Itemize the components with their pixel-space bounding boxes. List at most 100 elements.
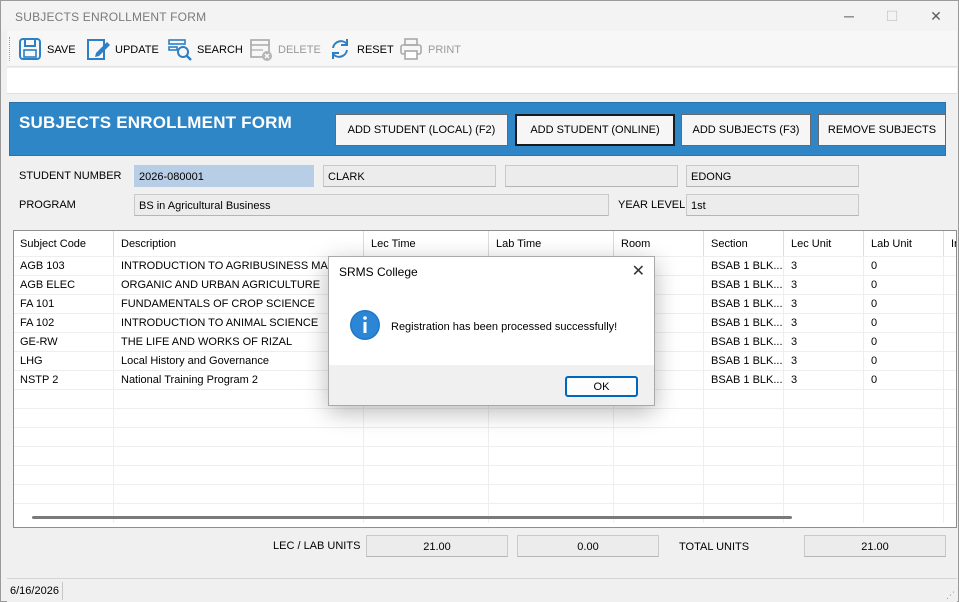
table-cell[interactable] <box>365 428 489 447</box>
table-cell[interactable] <box>615 409 704 428</box>
table-cell[interactable] <box>705 485 784 504</box>
table-cell[interactable] <box>490 466 614 485</box>
program-field[interactable]: BS in Agricultural Business <box>134 194 609 216</box>
table-cell[interactable]: 3 <box>785 333 864 352</box>
table-cell[interactable] <box>785 504 864 523</box>
table-row[interactable] <box>14 465 956 485</box>
table-cell[interactable] <box>705 504 784 523</box>
search-button[interactable]: SEARCH <box>167 37 243 63</box>
middle-name-field[interactable] <box>505 165 678 187</box>
table-cell[interactable]: 3 <box>785 371 864 390</box>
table-cell[interactable]: FUNDAMENTALS OF CROP SCIENCE <box>115 295 364 314</box>
column-header[interactable]: Room <box>615 231 704 256</box>
ok-button[interactable]: OK <box>565 376 638 397</box>
table-cell[interactable]: 0 <box>865 371 944 390</box>
dialog-close-button[interactable]: ✕ <box>632 261 645 281</box>
table-cell[interactable] <box>14 409 114 428</box>
table-row[interactable] <box>14 446 956 466</box>
table-row[interactable] <box>14 427 956 447</box>
table-cell[interactable] <box>490 504 614 523</box>
table-cell[interactable]: BSAB 1 BLK... <box>705 371 784 390</box>
column-header[interactable]: Lec Time <box>365 231 489 256</box>
remove-subjects-button[interactable]: REMOVE SUBJECTS <box>818 114 946 146</box>
last-name-field[interactable]: CLARK <box>323 165 496 187</box>
table-cell[interactable] <box>865 466 944 485</box>
table-row[interactable] <box>14 503 956 523</box>
table-cell[interactable] <box>115 447 364 466</box>
table-cell[interactable] <box>365 447 489 466</box>
student-number-field[interactable]: 2026-080001 <box>134 165 314 187</box>
add-student-local-button[interactable]: ADD STUDENT (LOCAL) (F2) <box>335 114 508 146</box>
minimize-button[interactable]: ─ <box>826 1 872 31</box>
table-cell[interactable]: BSAB 1 BLK... <box>705 295 784 314</box>
table-cell[interactable] <box>14 504 114 523</box>
table-cell[interactable] <box>615 485 704 504</box>
close-button[interactable]: ✕ <box>913 1 959 31</box>
year-level-field[interactable]: 1st <box>686 194 859 216</box>
table-cell[interactable]: INTRODUCTION TO AGRIBUSINESS MAN <box>115 257 364 276</box>
table-cell[interactable] <box>615 466 704 485</box>
table-cell[interactable]: INTRODUCTION TO ANIMAL SCIENCE <box>115 314 364 333</box>
table-cell[interactable] <box>785 466 864 485</box>
table-cell[interactable] <box>785 428 864 447</box>
table-cell[interactable]: 3 <box>785 295 864 314</box>
table-cell[interactable] <box>115 409 364 428</box>
table-cell[interactable]: FA 102 <box>14 314 114 333</box>
table-cell[interactable]: LHG <box>14 352 114 371</box>
table-cell[interactable] <box>785 390 864 409</box>
table-cell[interactable]: FA 101 <box>14 295 114 314</box>
table-row[interactable] <box>14 408 956 428</box>
table-cell[interactable]: 3 <box>785 314 864 333</box>
table-cell[interactable]: AGB ELEC <box>14 276 114 295</box>
column-header[interactable]: In <box>945 231 956 256</box>
delete-button[interactable]: DELETE <box>248 37 321 63</box>
table-cell[interactable]: GE-RW <box>14 333 114 352</box>
table-cell[interactable] <box>785 485 864 504</box>
column-header[interactable]: Subject Code <box>14 231 114 256</box>
table-cell[interactable] <box>785 447 864 466</box>
print-button[interactable]: PRINT <box>398 37 461 63</box>
table-cell[interactable] <box>865 409 944 428</box>
add-subjects-button[interactable]: ADD SUBJECTS (F3) <box>681 114 811 146</box>
table-cell[interactable] <box>14 390 114 409</box>
table-cell[interactable] <box>865 485 944 504</box>
table-cell[interactable]: 3 <box>785 257 864 276</box>
table-cell[interactable]: BSAB 1 BLK... <box>705 257 784 276</box>
table-cell[interactable] <box>115 390 364 409</box>
table-cell[interactable]: 0 <box>865 276 944 295</box>
horizontal-scrollbar[interactable] <box>32 516 792 519</box>
table-cell[interactable] <box>865 447 944 466</box>
table-cell[interactable]: 0 <box>865 333 944 352</box>
table-cell[interactable]: 3 <box>785 352 864 371</box>
table-cell[interactable]: 0 <box>865 257 944 276</box>
add-student-online-button[interactable]: ADD STUDENT (ONLINE) <box>515 114 675 146</box>
table-cell[interactable] <box>865 504 944 523</box>
column-header[interactable]: Lab Time <box>490 231 614 256</box>
table-cell[interactable]: BSAB 1 BLK... <box>705 314 784 333</box>
table-cell[interactable] <box>115 485 364 504</box>
table-cell[interactable] <box>365 485 489 504</box>
table-cell[interactable] <box>615 504 704 523</box>
table-cell[interactable] <box>705 447 784 466</box>
resize-grip[interactable]: ⋰ <box>945 590 955 600</box>
reset-button[interactable]: RESET <box>327 37 394 63</box>
table-cell[interactable] <box>865 390 944 409</box>
table-row[interactable] <box>14 484 956 504</box>
table-cell[interactable]: NSTP 2 <box>14 371 114 390</box>
table-cell[interactable]: 3 <box>785 276 864 295</box>
table-cell[interactable] <box>785 409 864 428</box>
table-cell[interactable]: BSAB 1 BLK... <box>705 352 784 371</box>
save-button[interactable]: SAVE <box>17 37 76 63</box>
column-header[interactable]: Lab Unit <box>865 231 944 256</box>
table-cell[interactable] <box>490 447 614 466</box>
update-button[interactable]: UPDATE <box>85 37 159 63</box>
table-cell[interactable] <box>14 447 114 466</box>
table-cell[interactable]: 0 <box>865 314 944 333</box>
table-cell[interactable] <box>490 428 614 447</box>
table-cell[interactable] <box>115 466 364 485</box>
table-cell[interactable] <box>615 447 704 466</box>
table-cell[interactable] <box>865 428 944 447</box>
table-cell[interactable]: Local History and Governance <box>115 352 364 371</box>
table-cell[interactable] <box>115 428 364 447</box>
table-cell[interactable]: 0 <box>865 352 944 371</box>
